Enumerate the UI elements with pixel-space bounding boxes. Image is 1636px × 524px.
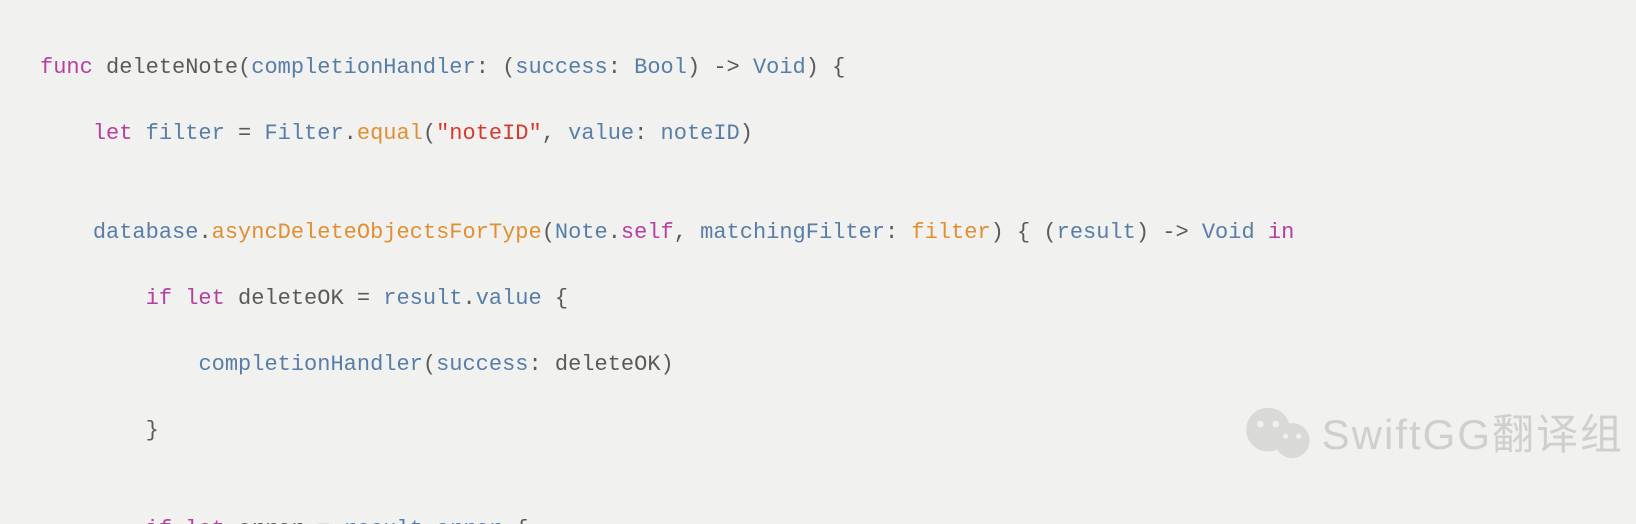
keyword: if	[146, 517, 172, 524]
keyword: let	[93, 121, 133, 146]
identifier: result	[383, 286, 462, 311]
string-literal: "noteID"	[436, 121, 542, 146]
keyword: self	[621, 220, 674, 245]
method: equal	[357, 121, 423, 146]
identifier: error	[238, 517, 304, 524]
method: asyncDeleteObjectsForType	[212, 220, 542, 245]
function-call: completionHandler	[198, 352, 422, 377]
code-line: func deleteNote(completionHandler: (succ…	[40, 51, 1636, 84]
identifier: noteID	[661, 121, 740, 146]
arg-label: value	[568, 121, 634, 146]
type: Void	[1202, 220, 1255, 245]
code-line: database.asyncDeleteObjectsForType(Note.…	[40, 216, 1636, 249]
type: Void	[753, 55, 806, 80]
type: Bool	[634, 55, 687, 80]
keyword: func	[40, 55, 93, 80]
code-line: completionHandler(success: deleteOK)	[40, 348, 1636, 381]
identifier: result	[1057, 220, 1136, 245]
keyword: let	[185, 517, 225, 524]
code-block: func deleteNote(completionHandler: (succ…	[0, 0, 1636, 524]
code-line: if let error = result.error {	[40, 513, 1636, 524]
param-name: success	[515, 55, 607, 80]
function-name: deleteNote	[106, 55, 238, 80]
identifier: result	[344, 517, 423, 524]
keyword: let	[185, 286, 225, 311]
identifier: filter	[911, 220, 990, 245]
code-line: }	[40, 414, 1636, 447]
arg-label: success	[436, 352, 528, 377]
identifier: database	[93, 220, 199, 245]
type: Note	[555, 220, 608, 245]
identifier: filter	[146, 121, 225, 146]
identifier: deleteOK	[555, 352, 661, 377]
keyword: if	[146, 286, 172, 311]
keyword: in	[1268, 220, 1294, 245]
code-line: if let deleteOK = result.value {	[40, 282, 1636, 315]
property: value	[476, 286, 542, 311]
code-line: let filter = Filter.equal("noteID", valu…	[40, 117, 1636, 150]
identifier: deleteOK	[238, 286, 344, 311]
property: error	[436, 517, 502, 524]
param-name: completionHandler	[251, 55, 475, 80]
type: Filter	[264, 121, 343, 146]
arg-label: matchingFilter	[700, 220, 885, 245]
